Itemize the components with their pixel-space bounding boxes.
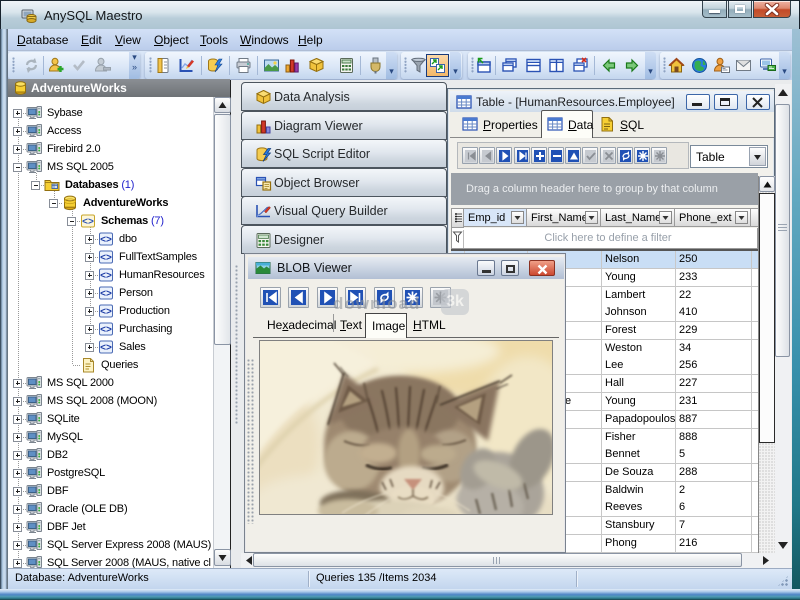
svg-text:<>: <> [100,343,112,354]
svg-text:<>: <> [100,235,112,246]
svg-text:<>: <> [100,289,112,300]
svg-text:<>: <> [100,307,112,318]
svg-text:<>: <> [100,253,112,264]
svg-text:<>: <> [100,271,112,282]
svg-text:<>: <> [100,325,112,336]
svg-text:<>: <> [82,217,94,228]
